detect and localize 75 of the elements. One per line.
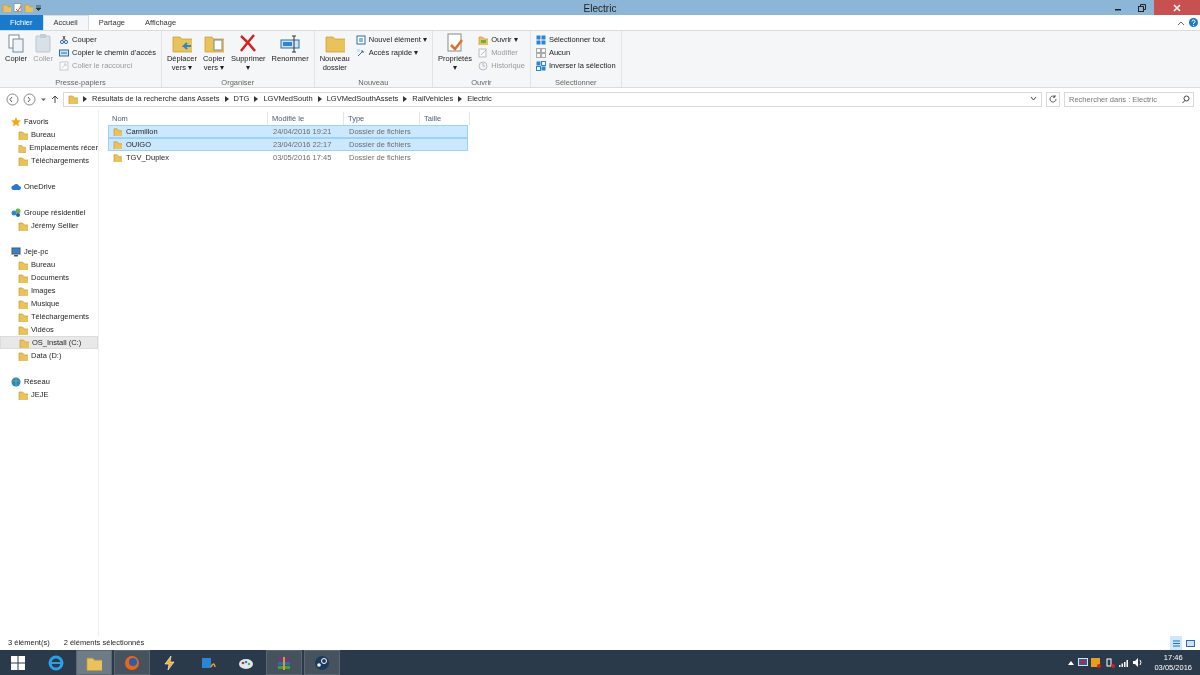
chevron-icon (403, 96, 408, 102)
folder-copy-icon (203, 33, 224, 53)
network-icon (11, 207, 21, 218)
forward-button[interactable] (23, 91, 36, 107)
forward-icon (23, 92, 36, 106)
clipboard-icon (33, 33, 54, 53)
select-none-icon (535, 47, 546, 58)
invert-selection-icon (535, 60, 546, 71)
restore-icon (1138, 3, 1146, 12)
history-icon (478, 60, 489, 71)
refresh-button[interactable] (1046, 91, 1060, 107)
scissors-icon (59, 34, 70, 45)
globe-icon (11, 376, 21, 387)
monitor-icon (1077, 658, 1088, 667)
chevron-icon (254, 96, 259, 102)
folder-icon (18, 285, 28, 296)
chevron-down-icon (1030, 96, 1037, 102)
chevron-icon (224, 96, 229, 102)
details-view-button[interactable] (1170, 635, 1183, 651)
folder-icon (18, 324, 28, 335)
power-icon (1105, 657, 1116, 668)
folder-icon (18, 220, 28, 231)
star-icon (11, 116, 21, 127)
cloud-icon (11, 181, 21, 192)
folder-icon (18, 155, 28, 166)
shield-icon (1091, 657, 1102, 668)
back-button[interactable] (6, 91, 19, 107)
select-all-icon (535, 34, 546, 45)
thumbnails-icon (1185, 638, 1195, 648)
speaker-icon (1132, 658, 1143, 667)
steam-icon (314, 654, 330, 671)
delete-icon (238, 33, 259, 53)
properties-icon (12, 3, 22, 12)
lightning-icon (162, 654, 178, 671)
rename-icon (280, 33, 301, 53)
folder-icon (18, 129, 28, 140)
refresh-icon (1049, 95, 1057, 103)
quick-access-icon (355, 47, 366, 58)
books-icon (276, 654, 292, 671)
windows-icon (11, 655, 25, 670)
chevron-icon (83, 96, 87, 102)
computer-icon (11, 246, 21, 257)
folder-icon (19, 337, 29, 348)
search-icon (1182, 95, 1190, 103)
new-folder-icon (23, 3, 33, 12)
caret-icon (34, 3, 42, 12)
browser-e-icon (48, 654, 64, 671)
folder-icon (18, 298, 28, 309)
properties-icon (445, 33, 466, 53)
folder-icon (18, 259, 28, 270)
folder-icon (18, 272, 28, 283)
fox-globe-icon (124, 654, 140, 671)
folder-icon (18, 350, 28, 361)
folder-icon (18, 142, 27, 153)
new-folder-icon (324, 33, 345, 53)
folder-icon (18, 389, 28, 400)
close-icon (1173, 3, 1181, 12)
window-title: Electric (583, 2, 617, 16)
folder-icon (1, 3, 11, 12)
copy-icon (6, 33, 27, 53)
details-icon (1171, 638, 1181, 648)
folder-icon (18, 311, 28, 322)
edit-icon (478, 47, 489, 58)
chevron-icon (317, 96, 322, 102)
open-icon (478, 34, 489, 45)
path-icon (59, 47, 70, 58)
up-arrow-icon (51, 94, 59, 104)
folder-arrow-icon (171, 33, 192, 53)
chevron-up-icon (1067, 660, 1074, 665)
new-item-icon (355, 34, 366, 45)
chevron-icon (458, 96, 463, 102)
signal-icon (1118, 658, 1129, 667)
back-icon (6, 92, 19, 106)
shortcut-icon (59, 60, 70, 71)
folder-icon (68, 94, 78, 104)
